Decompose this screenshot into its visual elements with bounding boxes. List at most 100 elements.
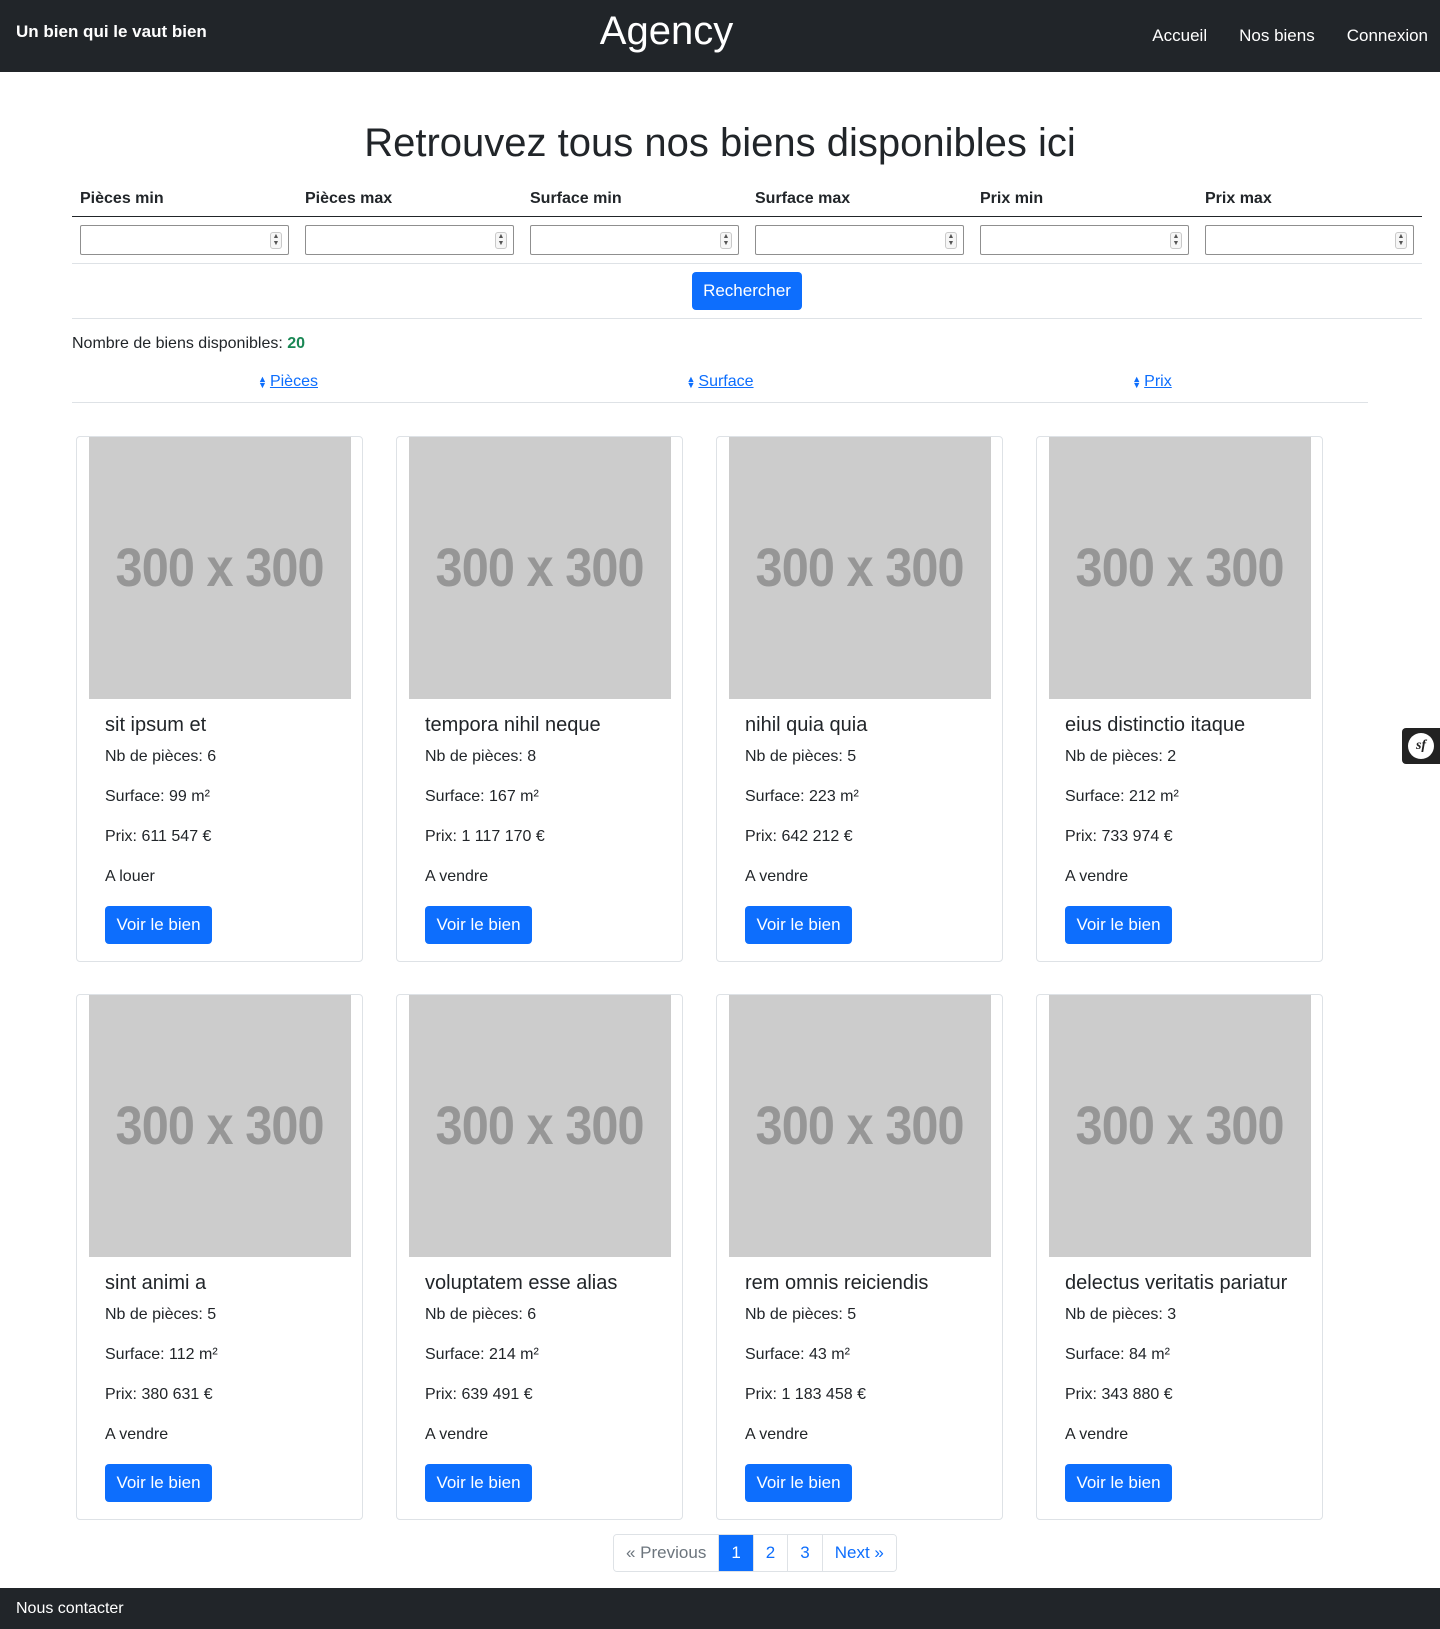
property-rooms: Nb de pièces: 3: [1065, 1306, 1177, 1323]
sort-icon: ▲ ▼: [686, 373, 696, 390]
spinner-icon[interactable]: ▲ ▼: [270, 232, 282, 249]
property-title: nihil quia quia: [745, 714, 868, 736]
view-property-button[interactable]: Voir le bien: [425, 906, 532, 944]
sort-prix-link[interactable]: Prix: [1144, 373, 1172, 390]
image-placeholder-text: 300 x 300: [435, 538, 645, 598]
pagination: « Previous 1 2 3 Next »: [613, 1534, 897, 1572]
property-surface: Surface: 84 m²: [1065, 1346, 1170, 1363]
property-surface: Surface: 43 m²: [745, 1346, 850, 1363]
surface-min-input[interactable]: [531, 226, 738, 254]
debug-toolbar-toggle[interactable]: sf: [1402, 728, 1440, 764]
symfony-icon: sf: [1408, 733, 1434, 759]
view-property-button[interactable]: Voir le bien: [1065, 906, 1172, 944]
view-property-button[interactable]: Voir le bien: [105, 906, 212, 944]
property-type: A vendre: [745, 1426, 809, 1443]
spinner-icon[interactable]: ▲ ▼: [1170, 232, 1182, 249]
filter-inputs-row: ▲ ▼ ▲ ▼ ▲ ▼ ▲ ▼ ▲ ▼ ▲ ▼: [72, 217, 1422, 264]
sort-surface-link[interactable]: Surface: [698, 373, 753, 390]
property-rooms: Nb de pièces: 5: [105, 1306, 217, 1323]
spinner-icon[interactable]: ▲ ▼: [720, 232, 732, 249]
pieces-max-input[interactable]: [306, 226, 513, 254]
footer: Nous contacter: [0, 1588, 1440, 1629]
pagination-page-1[interactable]: 1: [718, 1535, 753, 1571]
results-count-label: Nombre de biens disponibles:: [72, 335, 283, 352]
results-count: Nombre de biens disponibles: 20: [72, 335, 305, 353]
property-title: sint animi a: [105, 1272, 207, 1294]
view-property-button[interactable]: Voir le bien: [745, 906, 852, 944]
prix-min-input[interactable]: [981, 226, 1188, 254]
surface-max-input[interactable]: [756, 226, 963, 254]
property-card: 300 x 300 delectus veritatis pariatur Nb…: [1036, 994, 1323, 1520]
card-body: voluptatem esse alias Nb de pièces: 6 Su…: [425, 1271, 675, 1465]
sort-bar: ▲ ▼ Pièces ▲ ▼ Surface ▲ ▼ Prix: [72, 358, 1368, 403]
property-price: Prix: 1 117 170 €: [425, 828, 545, 845]
property-rooms: Nb de pièces: 8: [425, 748, 537, 765]
property-type: A vendre: [745, 868, 809, 885]
spinner-icon[interactable]: ▲ ▼: [495, 232, 507, 249]
property-price: Prix: 639 491 €: [425, 1386, 533, 1403]
property-image: 300 x 300: [1049, 995, 1311, 1257]
property-rooms: Nb de pièces: 6: [105, 748, 217, 765]
image-placeholder-text: 300 x 300: [755, 1096, 965, 1156]
property-surface: Surface: 212 m²: [1065, 788, 1179, 805]
brand-title: Agency: [599, 9, 734, 53]
property-surface: Surface: 214 m²: [425, 1346, 539, 1363]
nav-item-accueil[interactable]: Accueil: [1152, 26, 1207, 46]
label-surface-max: Surface max: [755, 190, 851, 207]
pagination-page-2[interactable]: 2: [752, 1535, 788, 1571]
nav-item-nos-biens[interactable]: Nos biens: [1239, 26, 1315, 46]
card-body: rem omnis reiciendis Nb de pièces: 5 Sur…: [745, 1271, 995, 1465]
view-property-button[interactable]: Voir le bien: [1065, 1464, 1172, 1502]
page-title: Retrouvez tous nos biens disponibles ici: [364, 121, 1076, 165]
property-image: 300 x 300: [409, 995, 671, 1257]
property-price: Prix: 733 974 €: [1065, 828, 1173, 845]
property-type: A vendre: [425, 1426, 489, 1443]
property-image: 300 x 300: [409, 437, 671, 699]
sort-icon: ▲ ▼: [1132, 373, 1142, 390]
pagination-page-3[interactable]: 3: [787, 1535, 822, 1571]
property-price: Prix: 642 212 €: [745, 828, 853, 845]
pagination-previous[interactable]: « Previous: [614, 1535, 719, 1571]
property-image: 300 x 300: [1049, 437, 1311, 699]
spinner-icon[interactable]: ▲ ▼: [1395, 232, 1407, 249]
property-rooms: Nb de pièces: 5: [745, 1306, 857, 1323]
property-type: A vendre: [425, 868, 489, 885]
pieces-min-input[interactable]: [81, 226, 288, 254]
property-title: voluptatem esse alias: [425, 1272, 618, 1294]
property-rooms: Nb de pièces: 6: [425, 1306, 537, 1323]
property-card: 300 x 300 rem omnis reiciendis Nb de piè…: [716, 994, 1003, 1520]
property-price: Prix: 1 183 458 €: [745, 1386, 866, 1403]
property-image: 300 x 300: [89, 995, 351, 1257]
property-image: 300 x 300: [89, 437, 351, 699]
nav-item-connexion[interactable]: Connexion: [1347, 26, 1428, 46]
view-property-button[interactable]: Voir le bien: [425, 1464, 532, 1502]
view-property-button[interactable]: Voir le bien: [745, 1464, 852, 1502]
property-card: 300 x 300 voluptatem esse alias Nb de pi…: [396, 994, 683, 1520]
filter-labels-row: Pièces min Pièces max Surface min Surfac…: [72, 180, 1422, 217]
contact-link[interactable]: Nous contacter: [16, 1600, 124, 1618]
search-row: Rechercher: [72, 264, 1422, 319]
property-image: 300 x 300: [729, 437, 991, 699]
search-button[interactable]: Rechercher: [692, 272, 802, 310]
property-title: sit ipsum et: [105, 714, 207, 736]
property-image: 300 x 300: [729, 995, 991, 1257]
pagination-next[interactable]: Next »: [821, 1535, 896, 1571]
property-card: 300 x 300 sit ipsum et Nb de pièces: 6 S…: [76, 436, 363, 962]
search-filters: Pièces min Pièces max Surface min Surfac…: [72, 180, 1422, 319]
view-property-button[interactable]: Voir le bien: [105, 1464, 212, 1502]
image-placeholder-text: 300 x 300: [1075, 538, 1285, 598]
property-type: A louer: [105, 868, 155, 885]
image-placeholder-text: 300 x 300: [115, 538, 325, 598]
spinner-icon[interactable]: ▲ ▼: [945, 232, 957, 249]
property-type: A vendre: [1065, 1426, 1129, 1443]
label-prix-min: Prix min: [980, 190, 1044, 207]
property-title: eius distinctio itaque: [1065, 714, 1246, 736]
property-price: Prix: 380 631 €: [105, 1386, 213, 1403]
label-pieces-min: Pièces min: [80, 190, 164, 207]
sort-pieces-link[interactable]: Pièces: [270, 373, 318, 390]
property-surface: Surface: 167 m²: [425, 788, 539, 805]
property-card: 300 x 300 tempora nihil neque Nb de pièc…: [396, 436, 683, 962]
main-nav: Accueil Nos biens Connexion: [1152, 26, 1428, 46]
property-surface: Surface: 112 m²: [105, 1346, 218, 1363]
prix-max-input[interactable]: [1206, 226, 1413, 254]
